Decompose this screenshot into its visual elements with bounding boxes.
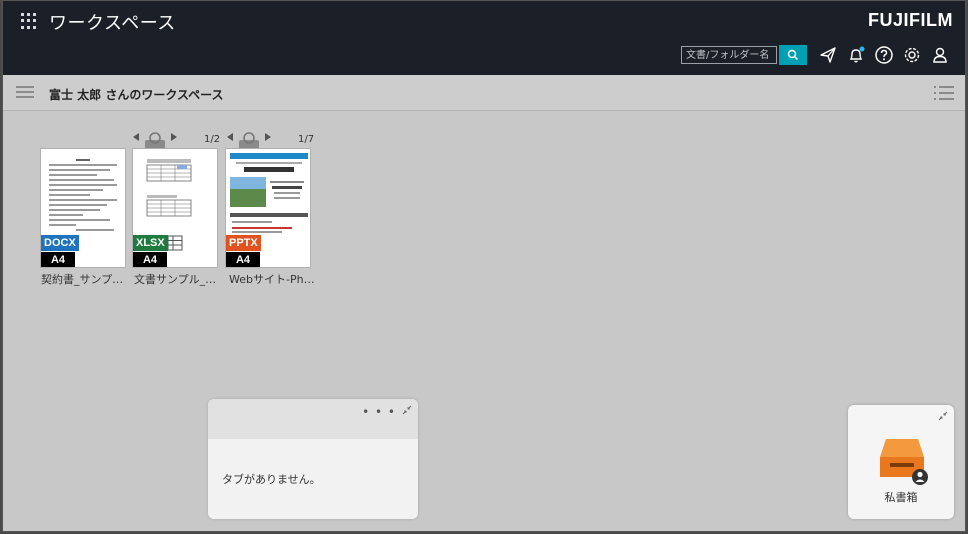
document-tile[interactable]: XLSX A4 bbox=[132, 148, 218, 268]
more-options-icon[interactable]: • • • bbox=[362, 405, 396, 419]
page-indicator: 1/2 bbox=[204, 134, 221, 145]
bell-icon[interactable] bbox=[845, 44, 867, 66]
paper-size-badge: A4 bbox=[41, 252, 75, 267]
tab-panel: • • • タブがありません。 bbox=[208, 399, 418, 519]
workspace-bar: 富士 太郎 さんのワークスペース bbox=[3, 75, 965, 111]
search-icon bbox=[787, 49, 799, 61]
no-tabs-message: タブがありません。 bbox=[222, 473, 321, 486]
private-box-widget[interactable]: 私書箱 bbox=[848, 405, 954, 519]
app-title: ワークスペース bbox=[49, 13, 176, 34]
top-bar: ワークスペース FUJIFILM bbox=[3, 1, 965, 75]
send-icon[interactable] bbox=[817, 44, 839, 66]
list-view-icon[interactable] bbox=[933, 83, 955, 103]
page-nav-doc2[interactable] bbox=[131, 131, 179, 149]
paper-size-badge: A4 bbox=[133, 252, 167, 267]
next-page-icon bbox=[171, 133, 177, 141]
prev-page-icon bbox=[227, 133, 233, 141]
search-button[interactable] bbox=[779, 45, 807, 65]
brand-logo: FUJIFILM bbox=[868, 10, 953, 30]
next-page-icon bbox=[265, 133, 271, 141]
notification-dot bbox=[859, 46, 865, 52]
document-name[interactable]: 文書サンプル_グ… bbox=[134, 271, 226, 287]
private-box-label: 私書箱 bbox=[884, 491, 918, 504]
search-input[interactable] bbox=[681, 46, 777, 64]
document-name[interactable]: 契約書_サンプル… bbox=[41, 271, 133, 287]
hamburger-menu-icon[interactable] bbox=[15, 84, 35, 100]
spreadsheet-thumbnail bbox=[146, 159, 192, 217]
user-icon[interactable] bbox=[929, 44, 951, 66]
document-name[interactable]: Webサイト-Photo- bbox=[229, 271, 321, 287]
document-thumbnail bbox=[49, 159, 117, 234]
workspace-title: 富士 太郎 さんのワークスペース bbox=[49, 88, 224, 102]
collapse-icon[interactable] bbox=[402, 405, 412, 415]
app-grid-icon[interactable] bbox=[21, 13, 37, 29]
paper-size-badge: A4 bbox=[226, 252, 260, 267]
settings-icon[interactable] bbox=[901, 44, 923, 66]
file-type-badge: XLSX bbox=[133, 235, 168, 251]
grid-sheet-icon bbox=[167, 235, 183, 251]
mailbox-icon bbox=[880, 439, 928, 485]
app-frame: ワークスペース FUJIFILM 富士 太郎 さんのワークスペース bbox=[2, 0, 966, 532]
document-tile[interactable]: PPTX A4 bbox=[225, 148, 311, 268]
presentation-thumbnail bbox=[230, 153, 308, 233]
page-indicator: 1/7 bbox=[298, 134, 315, 145]
prev-page-icon bbox=[133, 133, 139, 141]
collapse-icon[interactable] bbox=[938, 411, 948, 421]
file-type-badge: DOCX bbox=[41, 235, 79, 251]
help-icon[interactable] bbox=[873, 44, 895, 66]
tab-panel-header: • • • bbox=[208, 399, 418, 439]
page-nav-doc3[interactable] bbox=[225, 131, 273, 149]
document-tile[interactable]: DOCX A4 bbox=[40, 148, 126, 268]
file-type-badge: PPTX bbox=[226, 235, 261, 251]
